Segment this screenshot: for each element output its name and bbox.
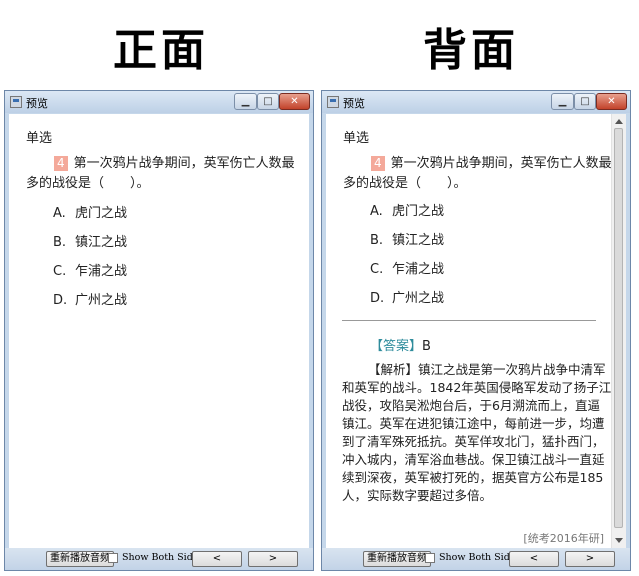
front-preview-window: 预览 ▁ □ ✕ 单选 4 第一次鸦片战争期间，英军伤亡人数最多的战役是（ ）。 …: [4, 90, 314, 571]
option-text: 广州之战: [392, 291, 445, 306]
option-c[interactable]: C. 乍浦之战: [53, 260, 127, 279]
option-a[interactable]: A. 虎门之战: [370, 200, 444, 219]
question-stem: 4 第一次鸦片战争期间，英军伤亡人数最多的战役是（ ）。: [343, 154, 613, 194]
option-text: 广州之战: [75, 293, 128, 308]
window-title: 预览: [26, 97, 48, 110]
option-text: 乍浦之战: [392, 262, 445, 277]
option-b[interactable]: B. 镇江之战: [53, 231, 127, 250]
minimize-button[interactable]: ▁: [234, 93, 257, 110]
option-letter: A.: [53, 206, 66, 221]
back-label: 背面: [423, 25, 519, 76]
question-number-badge: 4: [371, 156, 385, 171]
show-both-sides-checkbox[interactable]: [108, 553, 118, 563]
show-both-sides-checkbox[interactable]: [425, 553, 435, 563]
scroll-thumb[interactable]: [614, 128, 623, 528]
option-text: 镇江之战: [392, 233, 445, 248]
option-letter: B.: [53, 235, 67, 250]
bottom-toolbar: 重新播放音频 Show Both Sides < >: [322, 548, 630, 570]
question-type: 单选: [26, 131, 53, 146]
option-letter: D.: [53, 293, 68, 308]
option-letter: C.: [53, 264, 67, 279]
option-text: 虎门之战: [75, 206, 128, 221]
answer-line: 【答案】B: [370, 335, 431, 354]
option-text: 镇江之战: [75, 235, 128, 250]
option-letter: A.: [370, 204, 383, 219]
question-type: 单选: [343, 131, 370, 146]
maximize-button[interactable]: □: [257, 93, 279, 110]
front-label: 正面: [113, 25, 209, 76]
option-b[interactable]: B. 镇江之战: [370, 229, 444, 248]
answer-value: B: [422, 339, 431, 354]
vertical-scrollbar[interactable]: [611, 114, 626, 548]
replay-audio-button[interactable]: 重新播放音频: [363, 551, 431, 567]
option-a[interactable]: A. 虎门之战: [53, 202, 127, 221]
next-button[interactable]: >: [248, 551, 298, 567]
card-front-content: 单选 4 第一次鸦片战争期间，英军伤亡人数最多的战役是（ ）。 A. 虎门之战 B.…: [9, 114, 309, 548]
minimize-button[interactable]: ▁: [551, 93, 574, 110]
prev-button[interactable]: <: [192, 551, 242, 567]
answer-tag: 【答案】: [370, 339, 423, 354]
prev-button[interactable]: <: [509, 551, 559, 567]
replay-audio-button[interactable]: 重新播放音频: [46, 551, 114, 567]
option-text: 乍浦之战: [75, 264, 128, 279]
option-letter: C.: [370, 262, 384, 277]
scroll-up-icon[interactable]: [615, 119, 623, 124]
answer-analysis: 【解析】镇江之战是第一次鸦片战争中清军和英军的战斗。1842年英国侵略军发动了扬…: [342, 362, 612, 503]
maximize-button[interactable]: □: [574, 93, 596, 110]
close-button[interactable]: ✕: [279, 93, 310, 110]
scroll-down-icon[interactable]: [615, 538, 623, 543]
app-icon: [10, 96, 22, 108]
option-d[interactable]: D. 广州之战: [53, 289, 127, 308]
next-button[interactable]: >: [565, 551, 615, 567]
bottom-toolbar: 重新播放音频 Show Both Sides < >: [5, 548, 313, 570]
option-d[interactable]: D. 广州之战: [370, 287, 444, 306]
close-button[interactable]: ✕: [596, 93, 627, 110]
title-bar[interactable]: 预览 ▁ □ ✕: [322, 91, 630, 113]
question-number-badge: 4: [54, 156, 68, 171]
question-source: [统考2016年研]: [523, 532, 604, 545]
answer-divider: [342, 320, 596, 321]
window-title: 预览: [343, 97, 365, 110]
title-bar[interactable]: 预览 ▁ □ ✕: [5, 91, 313, 113]
option-letter: B.: [370, 233, 384, 248]
app-icon: [327, 96, 339, 108]
question-stem: 4 第一次鸦片战争期间，英军伤亡人数最多的战役是（ ）。: [26, 154, 296, 194]
back-preview-window: 预览 ▁ □ ✕ 单选 4 第一次鸦片战争期间，英军伤亡人数最多的战役是（ ）。 …: [321, 90, 631, 571]
option-letter: D.: [370, 291, 385, 306]
option-c[interactable]: C. 乍浦之战: [370, 258, 444, 277]
card-back-content: 单选 4 第一次鸦片战争期间，英军伤亡人数最多的战役是（ ）。 A. 虎门之战 B.…: [326, 114, 626, 548]
option-text: 虎门之战: [392, 204, 445, 219]
